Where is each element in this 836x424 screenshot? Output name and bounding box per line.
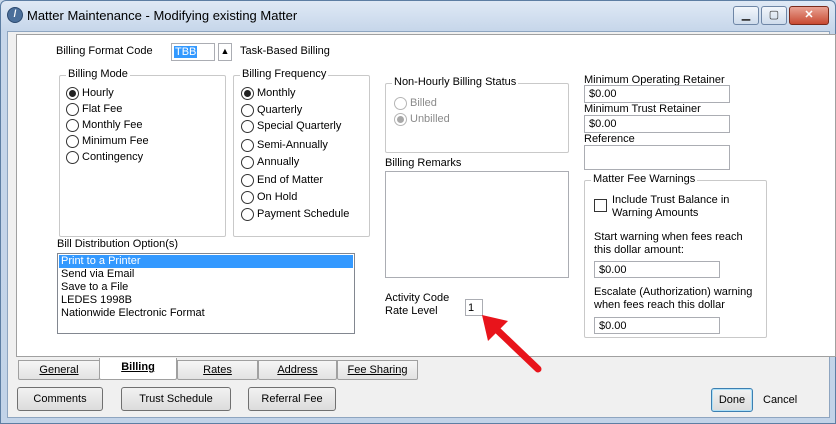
frequency-end-of-matter[interactable]: End of Matter [241,172,323,188]
title-bar[interactable]: / Matter Maintenance - Modifying existin… [1,1,835,31]
bill-distribution-label: Bill Distribution Option(s) [57,238,179,250]
billing-format-lookup-button[interactable]: ▲ [218,43,232,61]
tab-label: Rates [203,364,232,376]
billing-mode-hourly[interactable]: Hourly [66,85,114,101]
frequency-annually[interactable]: Annually [241,154,299,170]
non-hourly-status-legend: Non-Hourly Billing Status [392,76,519,88]
billing-format-field[interactable]: TBB [171,43,215,61]
frequency-quarterly[interactable]: Quarterly [241,102,302,118]
escalate-warning-label: Escalate (Authorization) warning [594,286,753,298]
start-warning-amount-field[interactable]: $0.00 [594,261,720,278]
tab-billing[interactable]: Billing [99,358,177,380]
min-trust-retainer-label: Minimum Trust Retainer [584,103,701,115]
tab-label: General [39,364,79,376]
status-unbilled: Unbilled [394,111,450,127]
cancel-button[interactable]: Cancel [763,394,797,406]
bill-distribution-list[interactable]: Print to a Printer Send via Email Save t… [57,253,355,334]
app-window: / Matter Maintenance - Modifying existin… [0,0,836,424]
close-button[interactable]: ✕ [789,6,829,25]
escalate-warning-label-2: when fees reach this dollar [594,299,725,311]
radio-label: Billed [410,97,437,109]
referral-fee-button[interactable]: Referral Fee [248,387,336,411]
radio-label: Payment Schedule [257,208,350,220]
billing-panel: Billing Format Code TBB ▲ Task-Based Bil… [16,34,836,373]
app-logo-icon: / [7,7,23,23]
reference-field[interactable] [584,145,730,170]
billing-mode-flat-fee[interactable]: Flat Fee [66,101,122,117]
distribution-item-email[interactable]: Send via Email [59,268,353,281]
billing-format-label: Billing Format Code [56,45,153,57]
frequency-semi-annually[interactable]: Semi-Annually [241,137,328,153]
radio-label: Unbilled [410,113,450,125]
billing-format-value: TBB [174,46,198,58]
status-billed: Billed [394,95,437,111]
distribution-item-nationwide[interactable]: Nationwide Electronic Format [59,307,353,320]
billing-mode-group: Billing Mode Hourly Flat Fee Monthly Fee… [59,68,226,237]
escalate-warning-amount-field[interactable]: $0.00 [594,317,720,334]
radio-label: Annually [257,156,300,168]
billing-mode-contingency[interactable]: Contingency [66,149,143,165]
radio-label: Semi-Annually [257,139,328,151]
done-button[interactable]: Done [711,388,753,412]
distribution-item-print[interactable]: Print to a Printer [59,255,353,268]
billing-mode-monthly-fee[interactable]: Monthly Fee [66,117,143,133]
non-hourly-status-group: Non-Hourly Billing Status Billed Unbille… [385,76,569,153]
radio-label: Flat Fee [82,103,123,115]
trust-schedule-button[interactable]: Trust Schedule [121,387,231,411]
billing-remarks-textarea[interactable] [385,171,569,278]
billing-mode-legend: Billing Mode [66,68,130,80]
dialog-client: Billing Format Code TBB ▲ Task-Based Bil… [7,31,836,418]
billing-remarks-label: Billing Remarks [385,157,462,169]
start-warning-label: Start warning when fees reach [594,231,743,243]
min-operating-retainer-field[interactable]: $0.00 [584,85,730,103]
distribution-item-ledes[interactable]: LEDES 1998B [59,294,353,307]
min-trust-retainer-field[interactable]: $0.00 [584,115,730,133]
radio-label: End of Matter [257,174,324,186]
activity-code-label: Activity Code [385,292,450,304]
billing-format-description: Task-Based Billing [240,45,330,57]
frequency-on-hold[interactable]: On Hold [241,189,297,205]
comments-button[interactable]: Comments [17,387,103,411]
maximize-button[interactable]: ▢ [761,6,787,25]
tab-label: Address [277,364,318,376]
distribution-item-file[interactable]: Save to a File [59,281,353,294]
minimize-button[interactable]: ▁ [733,6,759,25]
tab-label: Fee Sharing [347,364,408,376]
billing-mode-minimum-fee[interactable]: Minimum Fee [66,133,149,149]
include-trust-balance-label-2: Warning Amounts [612,207,699,219]
tab-general[interactable]: General [18,360,100,380]
tab-strip: General Billing Rates Address Fee Sharin… [16,358,836,380]
radio-label: Monthly [257,87,296,99]
rate-level-label: Rate Level [385,305,438,317]
tab-label: Billing [121,361,155,373]
frequency-payment-schedule[interactable]: Payment Schedule [241,206,349,222]
radio-label: Special Quarterly [257,120,342,132]
radio-label: Monthly Fee [82,119,143,131]
window-title: Matter Maintenance - Modifying existing … [27,8,298,23]
tab-address[interactable]: Address [258,360,337,380]
radio-label: Quarterly [257,104,303,116]
radio-label: Minimum Fee [82,135,149,147]
frequency-monthly[interactable]: Monthly [241,85,296,101]
radio-label: Contingency [82,151,144,163]
matter-fee-warnings-group: Matter Fee Warnings Include Trust Balanc… [584,173,767,338]
start-warning-label-2: this dollar amount: [594,244,684,256]
billing-frequency-group: Billing Frequency Monthly Quarterly Spec… [233,68,370,237]
include-trust-balance-label: Include Trust Balance in [612,194,730,206]
radio-label: On Hold [257,191,298,203]
tab-fee-sharing[interactable]: Fee Sharing [337,360,418,380]
billing-frequency-legend: Billing Frequency [240,68,329,80]
frequency-special-quarterly[interactable]: Special Quarterly [241,118,341,134]
reference-label: Reference [584,133,635,145]
include-trust-balance-checkbox[interactable] [594,199,607,212]
matter-fee-warnings-legend: Matter Fee Warnings [591,173,698,185]
tab-rates[interactable]: Rates [177,360,258,380]
radio-label: Hourly [82,87,114,99]
